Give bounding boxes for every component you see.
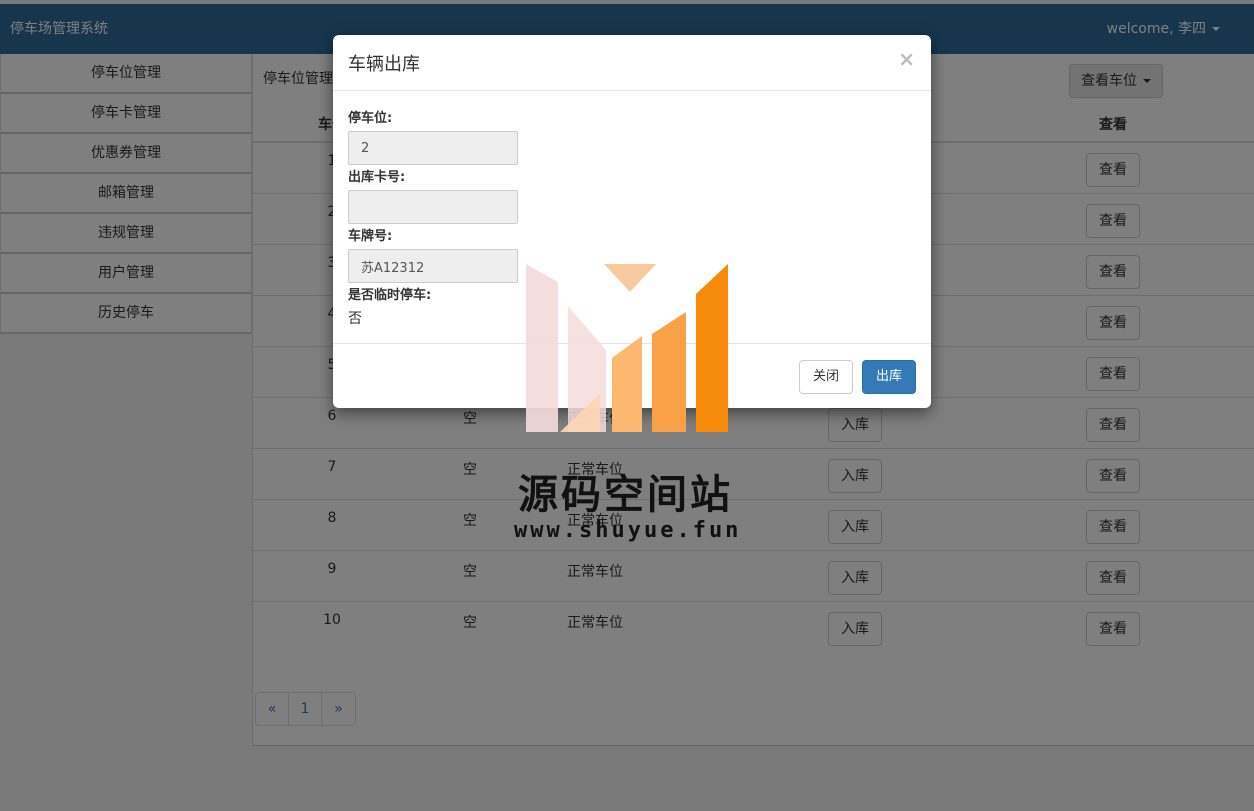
- temp-parking-label: 是否临时停车:: [348, 288, 432, 303]
- temp-parking-value: 否: [348, 311, 362, 327]
- watermark-name: 源码空间站: [518, 472, 733, 518]
- close-button[interactable]: 关闭: [799, 360, 853, 394]
- plate-label: 车牌号:: [348, 229, 393, 244]
- spot-field[interactable]: [348, 131, 518, 165]
- watermark-logo-icon: [526, 264, 728, 432]
- modal-title: 车辆出库: [348, 54, 420, 75]
- modal-header: 车辆出库 ×: [333, 35, 931, 91]
- card-label: 出库卡号:: [348, 170, 406, 185]
- checkout-card-field[interactable]: [348, 190, 518, 224]
- spot-label: 停车位:: [348, 111, 393, 126]
- checkout-button[interactable]: 出库: [862, 360, 916, 394]
- plate-field[interactable]: [348, 249, 518, 283]
- watermark-url: www.shuyue.fun: [514, 518, 742, 543]
- close-icon[interactable]: ×: [898, 47, 915, 71]
